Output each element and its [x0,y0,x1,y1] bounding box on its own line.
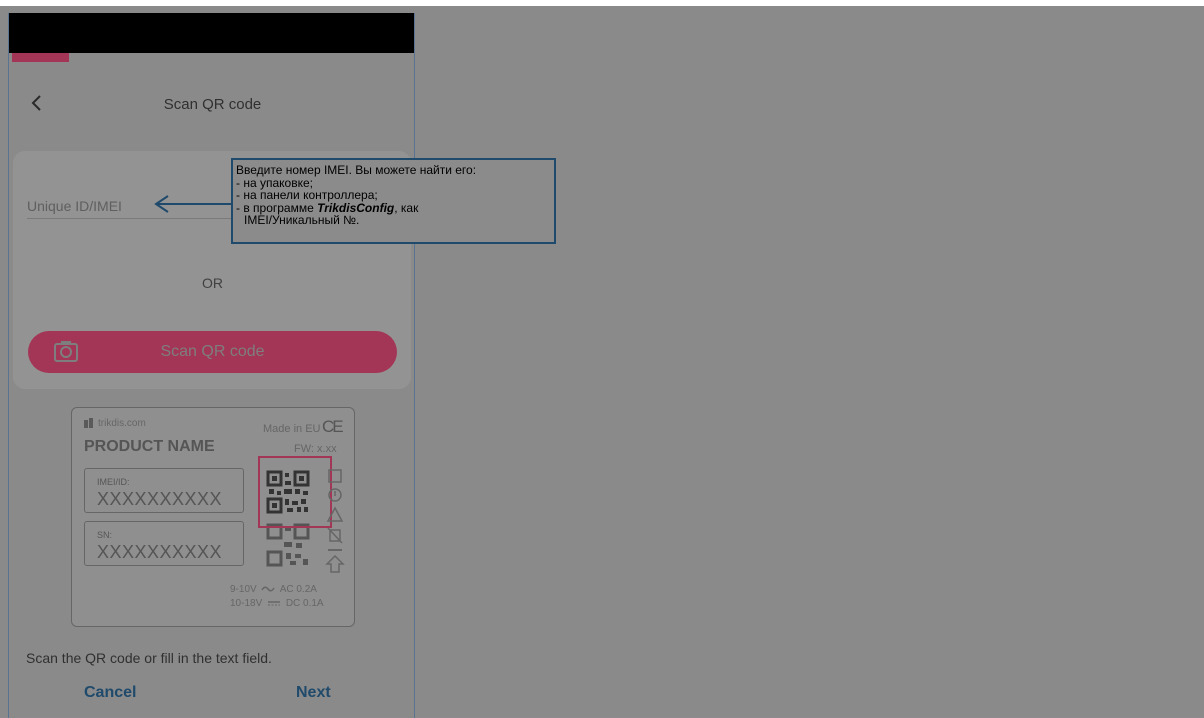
tooltip-line-1: Введите номер IMEI. Вы можете найти его: [236,163,477,177]
scan-qr-button[interactable]: Scan QR code [28,331,397,373]
tooltip-line-5: IMEI/Уникальный №. [244,213,360,227]
firmware-text: FW: x.xx [294,443,337,455]
progress-accent-bar [12,53,69,62]
label-imei-value: XXXXXXXXXX [97,489,223,509]
label-sn-value: XXXXXXXXXX [97,542,223,562]
certification-icons [325,469,345,573]
label-sn-caption: SN: [97,530,113,540]
made-in-text: Made in EU [263,423,321,435]
brand-text: trikdis.com [98,418,146,429]
dc-voltage: 10-18V [230,598,263,609]
label-sn-box: SN: XXXXXXXXXX [84,521,244,566]
product-label-image: trikdis.com Made in EU CE PRODUCT NAME F… [71,407,355,627]
scan-qr-button-label: Scan QR code [160,343,265,360]
cancel-button[interactable]: Cancel [84,684,136,702]
label-imei-box: IMEI/ID: XXXXXXXXXX [84,468,244,513]
next-button[interactable]: Next [296,684,331,702]
ac-current: AC 0.2A [279,584,317,595]
dc-symbol-icon [268,601,281,606]
ce-mark: CE [322,417,344,436]
or-label: OR [202,275,223,291]
instructions-text: Scan the QR code or fill in the text fie… [26,650,272,666]
dc-current: DC 0.1A [285,598,324,609]
product-name-text: PRODUCT NAME [84,438,215,455]
qr-highlight-frame [258,456,332,528]
page-title: Scan QR code [163,96,262,113]
ac-rating: 9-10V AC 0.2A [230,584,317,595]
top-strip [0,0,1204,6]
ac-voltage: 9-10V [230,584,257,595]
qr-code-icon [266,523,310,567]
arrow-left-icon [154,195,232,213]
trikdis-logo-icon [84,418,93,428]
status-bar [9,13,414,53]
ac-wave-icon [261,586,276,592]
label-imei-caption: IMEI/ID: [97,477,130,487]
imei-help-tooltip: Введите номер IMEI. Вы можете найти его:… [231,158,556,244]
tooltip-line-4-suffix: , как [394,200,419,215]
phone-screen: Scan QR code OR Scan QR code trikdis.com… [8,13,415,718]
dc-rating: 10-18V DC 0.1A [230,598,324,609]
dimmed-screen: Scan QR code OR Scan QR code trikdis.com… [0,0,1204,718]
